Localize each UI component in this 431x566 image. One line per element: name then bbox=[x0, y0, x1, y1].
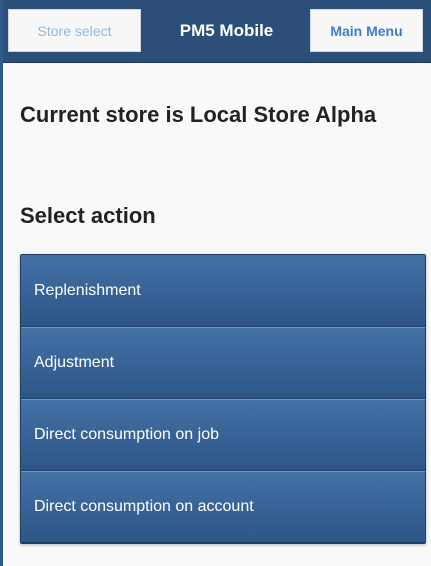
action-direct-consumption-job[interactable]: Direct consumption on job bbox=[21, 399, 425, 471]
action-replenishment[interactable]: Replenishment bbox=[21, 255, 425, 327]
action-direct-consumption-account[interactable]: Direct consumption on account bbox=[21, 471, 425, 543]
store-select-button[interactable]: Store select bbox=[8, 9, 141, 52]
main-menu-button[interactable]: Main Menu bbox=[310, 9, 423, 52]
left-border bbox=[0, 0, 3, 566]
header-bar: Store select PM5 Mobile Main Menu bbox=[3, 0, 431, 63]
select-action-heading: Select action bbox=[20, 203, 156, 228]
action-adjustment[interactable]: Adjustment bbox=[21, 327, 425, 399]
current-store-heading: Current store is Local Store Alpha bbox=[20, 102, 377, 127]
main-content: Current store is Local Store Alpha Selec… bbox=[20, 100, 426, 228]
app-title: PM5 Mobile bbox=[179, 20, 274, 40]
action-list: Replenishment Adjustment Direct consumpt… bbox=[20, 254, 426, 544]
